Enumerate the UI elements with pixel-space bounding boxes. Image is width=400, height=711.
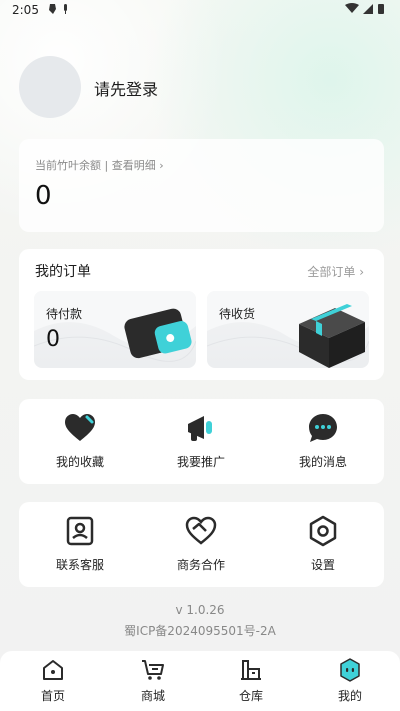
tab-profile-label: 我的 xyxy=(337,689,362,703)
settings-label: 设置 xyxy=(310,558,335,572)
bottom-tab-bar: 首页 商城 仓库 我的 xyxy=(0,651,400,711)
status-bar: 2:05 xyxy=(0,0,400,22)
contact-support-button[interactable]: 联系客服 xyxy=(25,514,135,578)
avatar[interactable] xyxy=(19,56,81,118)
tab-profile[interactable]: 我的 xyxy=(310,657,390,704)
icp-record[interactable]: 蜀ICP备2024095501号-2A xyxy=(0,622,400,639)
functions-card-2: 联系客服 商务合作 设置 xyxy=(19,502,384,587)
promote-button[interactable]: 我要推广 xyxy=(146,411,256,475)
contact-support-label: 联系客服 xyxy=(55,558,104,572)
wallet-icon xyxy=(124,308,192,359)
tab-warehouse[interactable]: 仓库 xyxy=(211,657,291,704)
status-notification-icons xyxy=(46,2,72,19)
promote-label: 我要推广 xyxy=(176,455,225,469)
favorites-button[interactable]: 我的收藏 xyxy=(25,411,135,475)
business-cooperation-label: 商务合作 xyxy=(176,558,225,572)
settings-button[interactable]: 设置 xyxy=(268,514,378,578)
pending-payment-label: 待付款 xyxy=(46,307,83,321)
message-icon xyxy=(309,414,337,442)
heart-icon xyxy=(65,414,95,441)
contact-icon xyxy=(66,516,94,546)
balance-label[interactable]: 当前竹叶余额 | 查看明细 › xyxy=(35,157,164,173)
status-time: 2:05 xyxy=(12,3,39,17)
business-cooperation-button[interactable]: 商务合作 xyxy=(146,514,256,578)
profile-icon xyxy=(340,658,360,682)
messages-button[interactable]: 我的消息 xyxy=(268,411,378,475)
handshake-icon xyxy=(185,516,217,545)
favorites-label: 我的收藏 xyxy=(55,455,104,469)
balance-value: 0 xyxy=(35,181,52,211)
warehouse-icon xyxy=(241,660,261,680)
pending-payment-tile[interactable]: 待付款 0 xyxy=(34,291,196,368)
login-prompt[interactable]: 请先登录 xyxy=(94,76,158,100)
home-icon xyxy=(43,660,63,680)
settings-icon xyxy=(309,515,337,547)
all-orders-link[interactable]: 全部订单 › xyxy=(307,263,364,280)
tab-mall[interactable]: 商城 xyxy=(113,657,193,704)
tab-mall-label: 商城 xyxy=(140,689,165,703)
pending-payment-count: 0 xyxy=(46,327,60,352)
functions-card-1: 我的收藏 我要推广 我的消息 xyxy=(19,399,384,484)
balance-card[interactable]: 当前竹叶余额 | 查看明细 › 0 xyxy=(19,139,384,232)
notification-icon xyxy=(49,4,67,14)
tab-warehouse-label: 仓库 xyxy=(238,689,263,703)
status-system-icons xyxy=(344,2,388,19)
cart-icon xyxy=(142,660,164,680)
tab-home[interactable]: 首页 xyxy=(13,657,93,704)
orders-card: 我的订单 全部订单 › 待付款 0 待收货 xyxy=(19,249,384,380)
messages-label: 我的消息 xyxy=(298,455,347,469)
signal-battery-icon xyxy=(345,3,384,14)
tab-home-label: 首页 xyxy=(40,689,65,703)
megaphone-icon xyxy=(188,416,212,441)
package-icon xyxy=(299,304,365,368)
pending-receipt-label: 待收货 xyxy=(219,307,256,321)
pending-receipt-tile[interactable]: 待收货 xyxy=(207,291,369,368)
orders-title: 我的订单 xyxy=(35,264,91,280)
app-version: v 1.0.26 xyxy=(175,603,225,617)
